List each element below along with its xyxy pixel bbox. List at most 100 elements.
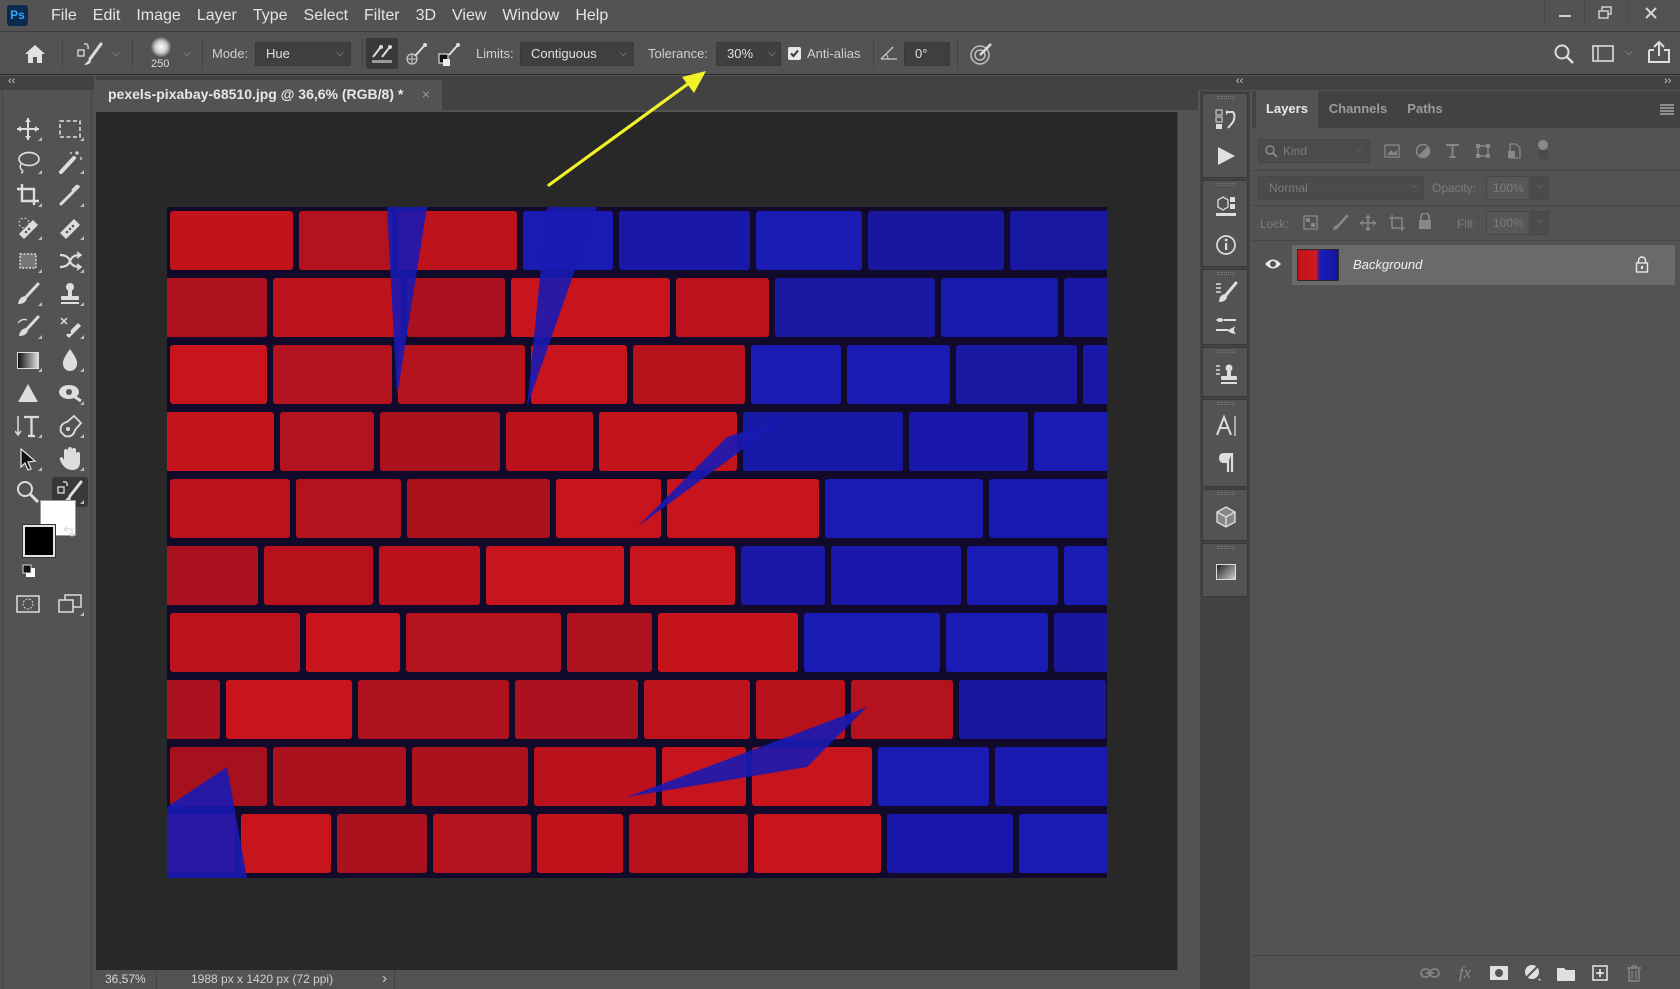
workspace-button[interactable]: [1592, 44, 1614, 63]
link-layers-button[interactable]: [1419, 964, 1441, 982]
search-button[interactable]: [1553, 43, 1575, 65]
clone-stamp-tool[interactable]: [52, 279, 88, 309]
close-button[interactable]: [1628, 0, 1672, 26]
lock-image-pixels-icon[interactable]: [1331, 214, 1349, 232]
vertical-scrollbar[interactable]: [1177, 112, 1198, 970]
blur-tool[interactable]: [52, 345, 88, 375]
angle-field[interactable]: 0°: [904, 42, 950, 66]
expand-panels-icon[interactable]: ››: [1664, 75, 1671, 87]
menu-type[interactable]: Type: [245, 0, 296, 32]
minimize-button[interactable]: [1544, 0, 1584, 26]
magic-wand-tool[interactable]: [52, 147, 88, 177]
delete-layer-button[interactable]: [1623, 964, 1645, 982]
layer-filter-dropdown[interactable]: Kind ⌵: [1258, 139, 1370, 163]
actions-panel-button[interactable]: [1211, 142, 1241, 170]
screen-mode-button[interactable]: [52, 589, 88, 619]
tolerance-slider-button[interactable]: ⌵: [761, 42, 781, 66]
share-button[interactable]: [1648, 41, 1670, 63]
workspace-chevron-icon[interactable]: ⌵: [1625, 47, 1633, 58]
anti-alias-checkbox[interactable]: [788, 47, 801, 60]
sharpen-tool[interactable]: [10, 378, 46, 408]
fill-slider-button[interactable]: ⌵: [1531, 211, 1549, 235]
home-button[interactable]: [24, 44, 46, 64]
hand-tool[interactable]: [52, 444, 88, 474]
history-panel-button[interactable]: [1211, 106, 1241, 134]
menu-view[interactable]: View: [444, 0, 494, 32]
new-layer-button[interactable]: [1589, 964, 1611, 982]
marquee-tool[interactable]: [52, 114, 88, 144]
opacity-slider-button[interactable]: ⌵: [1531, 176, 1549, 200]
brush-settings-button[interactable]: [1211, 278, 1241, 306]
collapse-dock-icon[interactable]: ‹‹: [1236, 75, 1243, 87]
info-panel-button[interactable]: [1211, 231, 1241, 259]
foreground-color-swatch[interactable]: [22, 524, 56, 558]
3d-panel-button[interactable]: [1211, 503, 1241, 531]
filter-smart-object-icon[interactable]: [1507, 143, 1521, 159]
brushes-panel-button[interactable]: [1211, 312, 1241, 340]
filter-toggle[interactable]: [1538, 140, 1548, 150]
healing-brush-tool[interactable]: [52, 213, 88, 243]
sampling-once-button[interactable]: [404, 41, 430, 67]
status-menu-arrow-icon[interactable]: ›: [382, 970, 387, 987]
menu-image[interactable]: Image: [128, 0, 188, 32]
menu-window[interactable]: Window: [494, 0, 567, 32]
layer-row-background[interactable]: Background: [1292, 245, 1675, 285]
pressure-size-button[interactable]: [969, 42, 993, 66]
menu-edit[interactable]: Edit: [85, 0, 129, 32]
clone-source-button[interactable]: [1211, 360, 1241, 388]
limits-dropdown[interactable]: Contiguous ⌵: [520, 42, 634, 66]
lasso-tool[interactable]: [10, 147, 46, 177]
gradient-tool[interactable]: [10, 345, 46, 375]
menu-help[interactable]: Help: [567, 0, 616, 32]
document-tab[interactable]: pexels-pixabay-68510.jpg @ 36,6% (RGB/8)…: [96, 80, 442, 110]
crop-tool[interactable]: [10, 180, 46, 210]
layer-lock-icon[interactable]: [1635, 256, 1649, 273]
eraser-tool[interactable]: [52, 312, 88, 342]
sampling-background-button[interactable]: [437, 41, 463, 67]
menu-filter[interactable]: Filter: [356, 0, 408, 32]
brush-tool[interactable]: [10, 279, 46, 309]
paragraph-panel-button[interactable]: [1211, 448, 1241, 476]
blend-mode-dropdown[interactable]: Normal ⌵: [1258, 176, 1424, 200]
add-mask-button[interactable]: [1488, 964, 1510, 982]
filter-pixel-icon[interactable]: [1384, 144, 1400, 158]
path-selection-tool[interactable]: [10, 444, 46, 474]
new-group-button[interactable]: [1555, 964, 1577, 982]
layer-name[interactable]: Background: [1353, 245, 1422, 285]
layer-style-button[interactable]: fx: [1454, 963, 1476, 982]
lock-all-icon[interactable]: [1418, 213, 1432, 230]
brush-preview-icon[interactable]: [151, 37, 171, 57]
tab-channels[interactable]: Channels: [1319, 91, 1397, 128]
chevron-down-icon[interactable]: ⌵: [112, 48, 120, 59]
tool-preset-picker[interactable]: [76, 41, 106, 67]
pen-tool[interactable]: [52, 411, 88, 441]
close-document-icon[interactable]: ×: [422, 80, 430, 108]
brush-picker-chevron-icon[interactable]: ⌵: [183, 48, 191, 59]
opacity-field[interactable]: 100%: [1486, 176, 1530, 200]
default-colors-button[interactable]: [22, 564, 36, 578]
mode-dropdown[interactable]: Hue ⌵: [255, 42, 351, 66]
filter-adjustment-icon[interactable]: [1415, 143, 1431, 159]
character-panel-button[interactable]: [1211, 412, 1241, 440]
fill-field[interactable]: 100%: [1486, 211, 1530, 235]
menu-3d[interactable]: 3D: [408, 0, 444, 32]
lock-position-icon[interactable]: [1359, 214, 1377, 232]
lock-transparent-pixels-icon[interactable]: [1303, 215, 1318, 230]
zoom-level[interactable]: 36,57%: [105, 972, 146, 986]
lock-artboard-icon[interactable]: [1388, 214, 1406, 232]
quick-mask-button[interactable]: [10, 589, 46, 619]
menu-layer[interactable]: Layer: [189, 0, 245, 32]
content-aware-move-tool[interactable]: [10, 246, 46, 276]
image-canvas[interactable]: [167, 207, 1107, 878]
panel-menu-button[interactable]: [1660, 104, 1674, 116]
layer-visibility-toggle[interactable]: [1264, 257, 1282, 271]
menu-file[interactable]: File: [43, 0, 85, 32]
eyedropper-tool[interactable]: [52, 180, 88, 210]
libraries-panel-button[interactable]: [1211, 193, 1241, 221]
toolbar-collapse-bar[interactable]: ‹‹: [0, 75, 94, 90]
transform-tool[interactable]: [52, 246, 88, 276]
history-brush-tool[interactable]: [10, 312, 46, 342]
filter-shape-icon[interactable]: [1475, 143, 1491, 159]
menu-select[interactable]: Select: [296, 0, 356, 32]
move-tool[interactable]: [10, 114, 46, 144]
